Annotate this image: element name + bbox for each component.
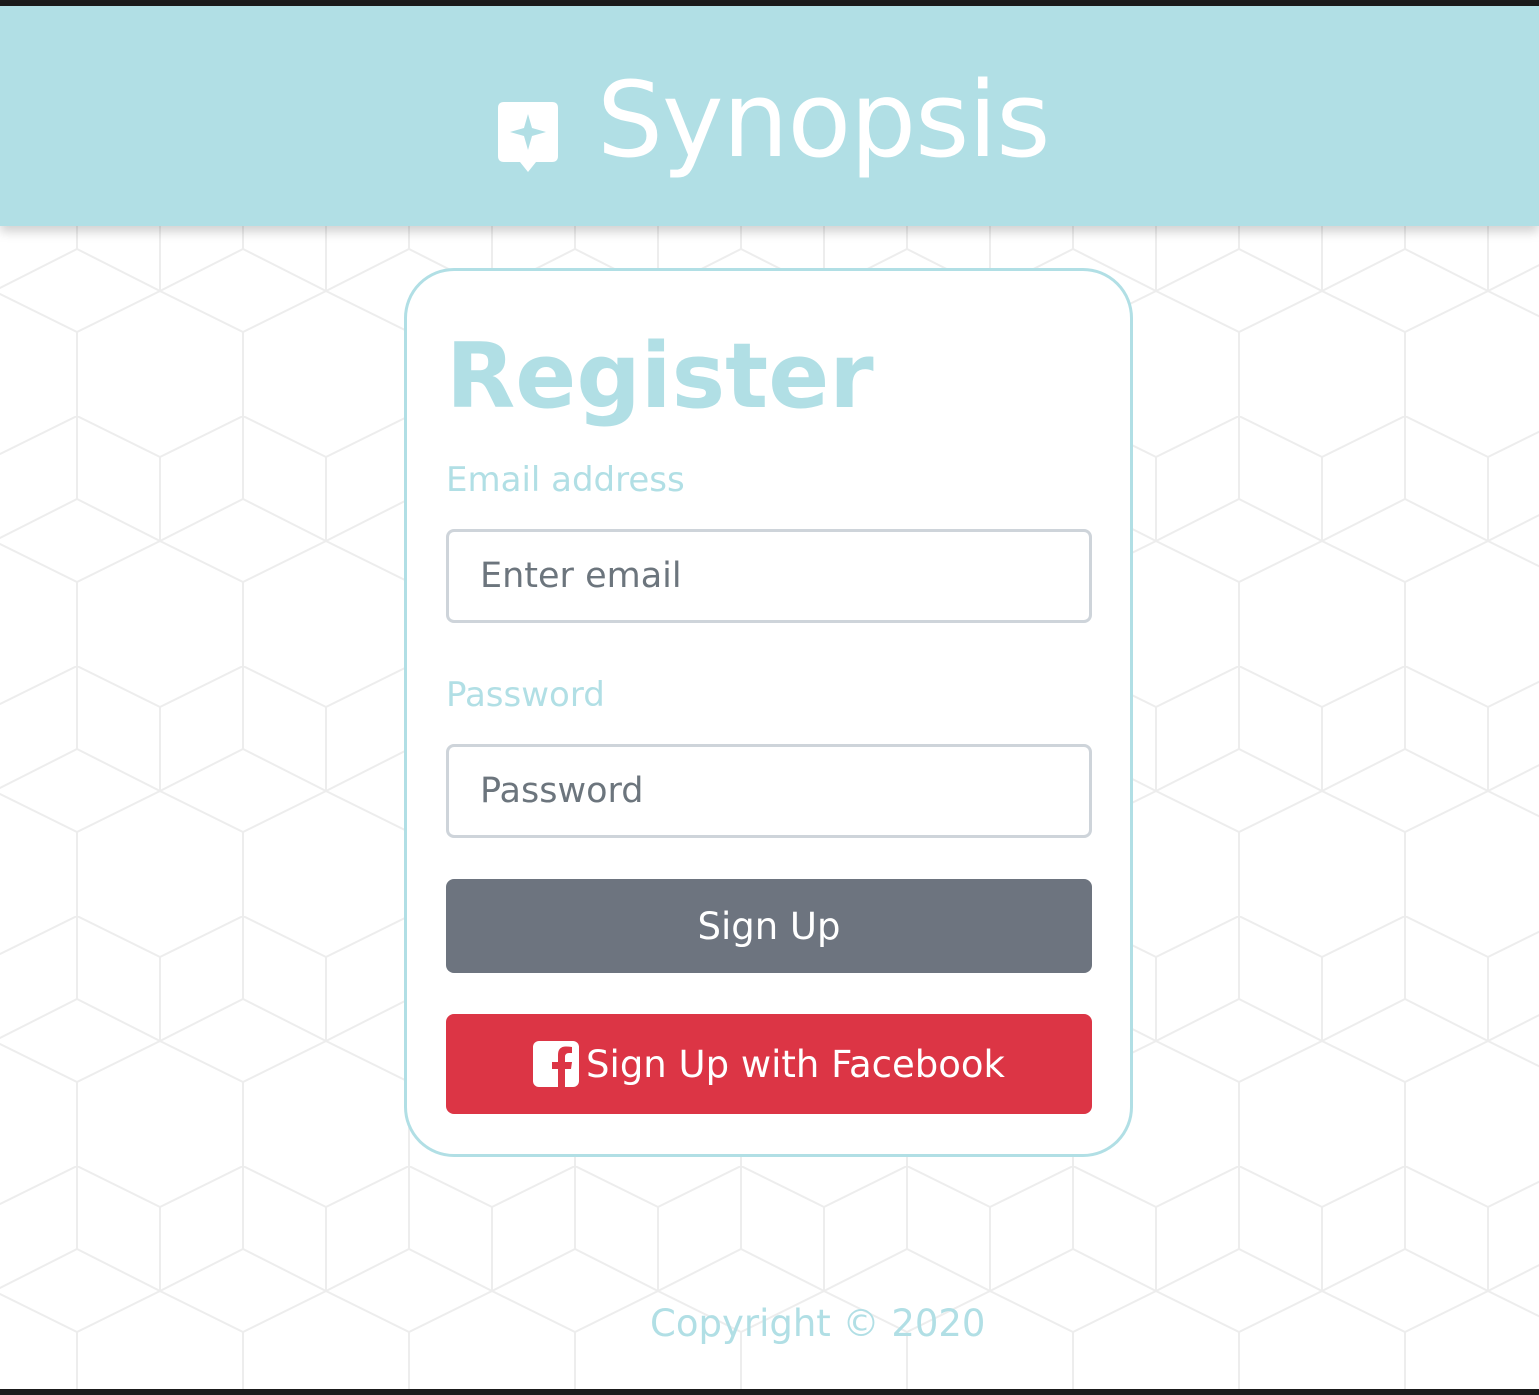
site-header: Synopsis [0, 6, 1539, 226]
facebook-sign-up-button[interactable]: Sign Up with Facebook [446, 1014, 1092, 1114]
sign-up-button[interactable]: Sign Up [446, 879, 1092, 973]
password-input[interactable] [446, 744, 1092, 838]
email-input[interactable] [446, 529, 1092, 623]
copyright-text: Copyright © 2020 [650, 1302, 986, 1345]
sign-up-button-label: Sign Up [697, 904, 841, 948]
brand-name[interactable]: Synopsis [597, 50, 1050, 190]
password-label: Password [446, 675, 605, 715]
sparkle-speech-bubble-icon [498, 102, 558, 172]
window-bottom-edge [0, 1389, 1539, 1395]
facebook-sign-up-label: Sign Up with Facebook [586, 1042, 1005, 1086]
email-label: Email address [446, 460, 685, 500]
register-title: Register [446, 324, 874, 429]
facebook-icon [533, 1041, 580, 1087]
